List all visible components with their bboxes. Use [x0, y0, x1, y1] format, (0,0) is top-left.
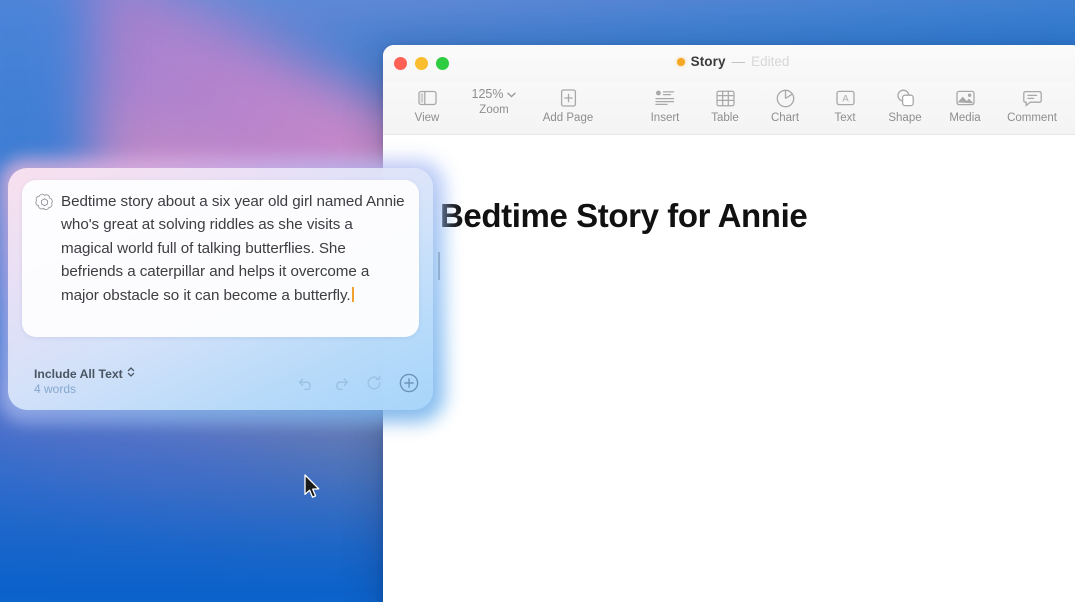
document-toolbar[interactable]: View 125% Zoom Add Page Insert Table Cha…	[383, 82, 1075, 135]
toolbar-comment-label: Comment	[1007, 112, 1057, 124]
table-grid-icon	[715, 87, 735, 109]
window-title-area: Story — Edited	[383, 54, 1075, 69]
toolbar-zoom-label: Zoom	[479, 104, 509, 116]
toolbar-shape-button[interactable]: Shape	[875, 85, 935, 124]
redo-button[interactable]	[332, 376, 349, 391]
minimize-button[interactable]	[415, 57, 428, 70]
pages-document-window[interactable]: Story — Edited View 125% Zoom Add Page I…	[383, 45, 1075, 602]
toolbar-view-button[interactable]: View	[397, 85, 457, 124]
popup-footer[interactable]: Include All Text 4 words	[34, 366, 419, 396]
popup-footer-left[interactable]: Include All Text 4 words	[34, 366, 135, 396]
toolbar-table-button[interactable]: Table	[695, 85, 755, 124]
window-titlebar[interactable]: Story — Edited	[383, 45, 1075, 82]
close-button[interactable]	[394, 57, 407, 70]
zoom-value: 125%	[471, 87, 504, 101]
toolbar-add-page-button[interactable]: Add Page	[531, 85, 605, 124]
prompt-row: Bedtime story about a six year old girl …	[35, 190, 406, 307]
toolbar-add-page-label: Add Page	[542, 112, 594, 124]
svg-text:A: A	[842, 94, 849, 105]
document-heading[interactable]: Bedtime Story for Annie	[440, 197, 808, 235]
prompt-text[interactable]: Bedtime story about a six year old girl …	[61, 190, 406, 307]
document-title: Story	[690, 54, 726, 69]
shapes-icon	[896, 87, 915, 109]
mouse-cursor	[303, 474, 323, 507]
toolbar-left-group[interactable]: View 125% Zoom Add Page	[397, 85, 605, 124]
media-image-icon	[955, 87, 975, 109]
word-count: 4 words	[34, 382, 77, 396]
toolbar-media-label: Media	[949, 112, 981, 124]
maximize-button[interactable]	[436, 57, 449, 70]
zoom-value-row[interactable]: 125%	[472, 87, 517, 101]
edited-status: Edited	[751, 54, 790, 69]
toolbar-media-button[interactable]: Media	[935, 85, 995, 124]
prompt-card[interactable]: Bedtime story about a six year old girl …	[22, 180, 419, 337]
up-down-chevron-icon	[127, 366, 135, 381]
popup-actions[interactable]	[298, 373, 419, 396]
unsaved-changes-dot	[676, 57, 685, 66]
toolbar-view-label: View	[414, 112, 440, 124]
pie-chart-icon	[776, 87, 795, 109]
toolbar-shape-label: Shape	[888, 112, 922, 124]
undo-button[interactable]	[298, 376, 315, 391]
traffic-light-group[interactable]	[394, 57, 449, 70]
toolbar-chart-label: Chart	[770, 112, 800, 124]
add-page-icon	[560, 87, 577, 109]
toolbar-insert-label: Insert	[650, 112, 680, 124]
toolbar-chart-button[interactable]: Chart	[755, 85, 815, 124]
toolbar-insert-button[interactable]: Insert	[635, 85, 695, 124]
title-separator: —	[731, 54, 746, 69]
comment-bubble-icon	[1022, 87, 1042, 109]
prompt-caret	[351, 286, 354, 302]
chevron-down-icon	[507, 87, 517, 101]
insert-list-icon	[655, 87, 675, 109]
text-box-icon: A	[835, 87, 855, 109]
toolbar-text-button[interactable]: A Text	[815, 85, 875, 124]
include-text-selector[interactable]: Include All Text	[34, 366, 135, 381]
toolbar-text-label: Text	[834, 112, 856, 124]
toolbar-table-label: Table	[711, 112, 739, 124]
openai-logo-icon	[35, 190, 54, 307]
toolbar-right-group[interactable]: Insert Table Chart A Text Shape Media Co…	[635, 85, 1069, 124]
toolbar-zoom-control[interactable]: 125% Zoom	[457, 85, 531, 124]
popup-panel[interactable]: Bedtime story about a six year old girl …	[8, 168, 433, 410]
sidebar-icon	[417, 87, 437, 109]
regenerate-button[interactable]	[366, 375, 382, 391]
toolbar-comment-button[interactable]: Comment	[995, 85, 1069, 124]
include-text-label: Include All Text	[34, 366, 123, 381]
document-canvas[interactable]: Bedtime Story for Annie	[383, 135, 1075, 602]
chatgpt-writing-tools-popup[interactable]: Bedtime story about a six year old girl …	[0, 159, 445, 422]
submit-button[interactable]	[399, 373, 419, 393]
